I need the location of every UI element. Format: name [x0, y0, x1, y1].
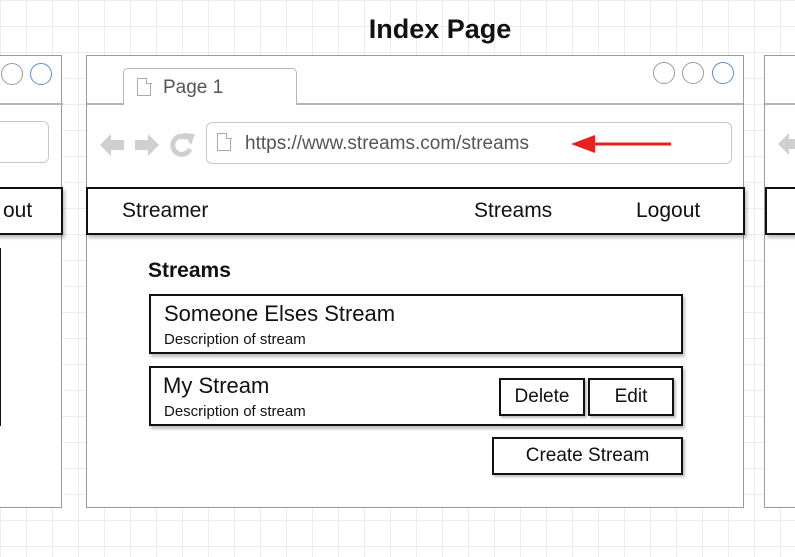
reload-icon[interactable] [169, 132, 197, 158]
edit-button[interactable]: Edit [588, 378, 674, 416]
forward-arrow-icon[interactable] [134, 132, 160, 158]
logout-link[interactable]: Logout [636, 199, 700, 223]
stream-description: Description of stream [164, 403, 306, 420]
stream-card[interactable]: Someone Elses Stream Description of stre… [149, 294, 683, 354]
right-browser-window-partial [764, 55, 795, 508]
window-circle [30, 63, 52, 85]
brand-link[interactable]: Streamer [122, 199, 208, 223]
stream-title: My Stream [163, 373, 270, 398]
stream-description: Description of stream [164, 331, 306, 348]
navbar [765, 187, 795, 235]
left-browser-window-partial: out [0, 55, 63, 508]
page-icon [217, 132, 232, 151]
window-circle [682, 62, 704, 84]
stream-card[interactable]: My Stream Description of stream Delete E… [149, 366, 683, 426]
back-arrow-icon [778, 133, 795, 155]
window-circle [712, 62, 734, 84]
browser-tab[interactable]: Page 1 [123, 68, 297, 105]
page-title: Index Page [368, 14, 512, 44]
content-box-edge [0, 248, 1, 426]
red-arrow-annotation [571, 135, 671, 153]
create-stream-button[interactable]: Create Stream [492, 437, 683, 475]
window-divider [0, 103, 63, 105]
navbar: Streamer Streams Logout [86, 187, 745, 235]
logout-link[interactable]: out [3, 199, 32, 223]
streams-link[interactable]: Streams [474, 199, 552, 223]
main-browser-window: Page 1 https://www.streams.com/streams S… [86, 55, 745, 508]
back-arrow-icon[interactable] [99, 132, 125, 158]
window-circle [1, 63, 23, 85]
page-icon [137, 77, 152, 96]
url-text: https://www.streams.com/streams [245, 133, 530, 154]
window-circle [653, 62, 675, 84]
stream-title: Someone Elses Stream [164, 301, 396, 326]
streams-heading: Streams [148, 259, 231, 282]
tab-label: Page 1 [163, 77, 224, 98]
navbar: out [0, 187, 63, 235]
address-bar[interactable] [0, 121, 49, 163]
delete-button[interactable]: Delete [499, 378, 585, 416]
window-divider [765, 103, 795, 105]
